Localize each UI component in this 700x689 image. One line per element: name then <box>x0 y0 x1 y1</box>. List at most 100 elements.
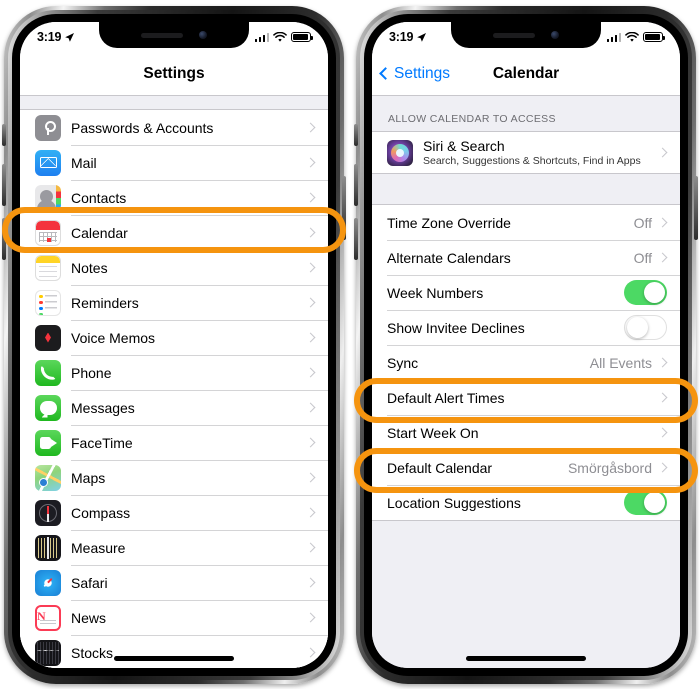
right-content[interactable]: ALLOW CALENDAR TO ACCESS Siri & Search S… <box>372 96 680 668</box>
row-start-week-on[interactable]: Start Week On <box>372 415 680 450</box>
chevron-right-icon <box>305 402 316 413</box>
sidebar-item-news[interactable]: N News <box>20 600 328 635</box>
chevron-right-icon <box>657 462 668 473</box>
page-title: Settings <box>143 64 205 82</box>
battery-icon <box>643 32 666 42</box>
row-time-zone-override[interactable]: Time Zone Override Off <box>372 205 680 240</box>
sidebar-item-mail[interactable]: Mail <box>20 145 328 180</box>
row-default-calendar[interactable]: Default Calendar Smörgåsbord <box>372 450 680 485</box>
row-label: Compass <box>71 504 131 521</box>
sidebar-item-passwords[interactable]: Passwords & Accounts <box>20 110 328 145</box>
status-bar-indicators <box>606 31 666 43</box>
row-week-numbers[interactable]: Week Numbers <box>372 275 680 310</box>
chevron-right-icon <box>657 252 668 263</box>
screenshot-root: 3:19 Settings Passwords & Accounts Mail … <box>0 0 700 689</box>
chevron-right-icon <box>657 217 668 228</box>
sidebar-item-compass[interactable]: Compass <box>20 495 328 530</box>
home-indicator[interactable] <box>114 656 234 661</box>
row-label: Phone <box>71 364 112 381</box>
cellular-bars-icon <box>606 32 621 42</box>
sidebar-item-calendar[interactable]: Calendar <box>20 215 328 250</box>
mute-switch[interactable] <box>354 124 358 146</box>
back-button[interactable]: Settings <box>379 65 450 83</box>
battery-icon <box>291 32 314 42</box>
row-label: Default Alert Times <box>387 389 505 406</box>
home-indicator[interactable] <box>466 656 586 661</box>
power-button[interactable] <box>694 176 698 240</box>
row-default-alert-times[interactable]: Default Alert Times <box>372 380 680 415</box>
siri-icon <box>387 139 413 166</box>
stocks-icon <box>35 639 61 666</box>
sidebar-item-reminders[interactable]: Reminders <box>20 285 328 320</box>
row-label: Maps <box>71 469 106 486</box>
volume-up-button[interactable] <box>2 164 6 206</box>
row-label: Voice Memos <box>71 329 156 346</box>
voice-memos-icon <box>35 324 61 351</box>
toggle-week-numbers[interactable] <box>624 280 667 305</box>
row-show-invitee-declines[interactable]: Show Invitee Declines <box>372 310 680 345</box>
left-content[interactable]: Passwords & Accounts Mail Contacts Calen… <box>20 96 328 668</box>
chevron-right-icon <box>305 332 316 343</box>
row-siri-and-search[interactable]: Siri & Search Search, Suggestions & Shor… <box>372 132 680 173</box>
row-label: Measure <box>71 539 126 556</box>
facetime-icon <box>35 429 61 456</box>
row-sync[interactable]: Sync All Events <box>372 345 680 380</box>
row-location-suggestions[interactable]: Location Suggestions <box>372 485 680 520</box>
chevron-left-icon <box>379 67 392 80</box>
status-bar-time: 3:19 <box>389 30 414 44</box>
front-camera <box>551 31 559 39</box>
measure-icon <box>35 534 61 561</box>
earpiece-speaker <box>141 32 183 38</box>
mute-switch[interactable] <box>2 124 6 146</box>
wifi-icon <box>625 31 639 42</box>
row-label: Sync <box>387 354 419 371</box>
row-label: News <box>71 609 107 626</box>
news-icon: N <box>35 604 61 631</box>
sidebar-item-contacts[interactable]: Contacts <box>20 180 328 215</box>
row-alternate-calendars[interactable]: Alternate Calendars Off <box>372 240 680 275</box>
volume-down-button[interactable] <box>2 218 6 260</box>
right-screen: 3:19 Calendar Settings ALLOW CALENDAR TO… <box>372 22 680 668</box>
safari-icon <box>35 569 61 596</box>
siri-group: Siri & Search Search, Suggestions & Shor… <box>372 131 680 174</box>
chevron-right-icon <box>657 357 668 368</box>
toggle-show-invitee-declines[interactable] <box>624 315 667 340</box>
row-label: Location Suggestions <box>387 494 521 511</box>
maps-icon <box>35 464 61 491</box>
row-label: Time Zone Override <box>387 214 511 231</box>
sidebar-item-measure[interactable]: Measure <box>20 530 328 565</box>
right-phone: 3:19 Calendar Settings ALLOW CALENDAR TO… <box>354 6 698 684</box>
sidebar-item-stocks[interactable]: Stocks <box>20 635 328 668</box>
volume-down-button[interactable] <box>354 218 358 260</box>
row-label: Start Week On <box>387 424 479 441</box>
volume-up-button[interactable] <box>354 164 358 206</box>
location-arrow-icon <box>65 32 75 42</box>
sidebar-item-maps[interactable]: Maps <box>20 460 328 495</box>
notes-icon <box>35 254 61 281</box>
chevron-right-icon <box>305 507 316 518</box>
notch <box>99 22 249 48</box>
chevron-right-icon <box>305 647 316 658</box>
sidebar-item-facetime[interactable]: FaceTime <box>20 425 328 460</box>
chevron-right-icon <box>305 577 316 588</box>
row-sublabel: Search, Suggestions & Shortcuts, Find in… <box>423 155 641 167</box>
earpiece-speaker <box>493 32 535 38</box>
sidebar-item-messages[interactable]: Messages <box>20 390 328 425</box>
chevron-right-icon <box>305 437 316 448</box>
power-button[interactable] <box>342 176 346 240</box>
siri-row-text: Siri & Search Search, Suggestions & Shor… <box>423 138 659 167</box>
wifi-icon <box>273 31 287 42</box>
row-label: FaceTime <box>71 434 133 451</box>
left-phone: 3:19 Settings Passwords & Accounts Mail … <box>2 6 346 684</box>
status-bar-time-group: 3:19 <box>37 30 75 44</box>
sidebar-item-notes[interactable]: Notes <box>20 250 328 285</box>
row-label: Week Numbers <box>387 284 484 301</box>
toggle-location-suggestions[interactable] <box>624 490 667 515</box>
sidebar-item-voice-memos[interactable]: Voice Memos <box>20 320 328 355</box>
contacts-icon <box>35 184 61 211</box>
phone-icon <box>35 359 61 386</box>
sidebar-item-safari[interactable]: Safari <box>20 565 328 600</box>
sidebar-item-phone[interactable]: Phone <box>20 355 328 390</box>
row-value: Smörgåsbord <box>567 459 652 476</box>
